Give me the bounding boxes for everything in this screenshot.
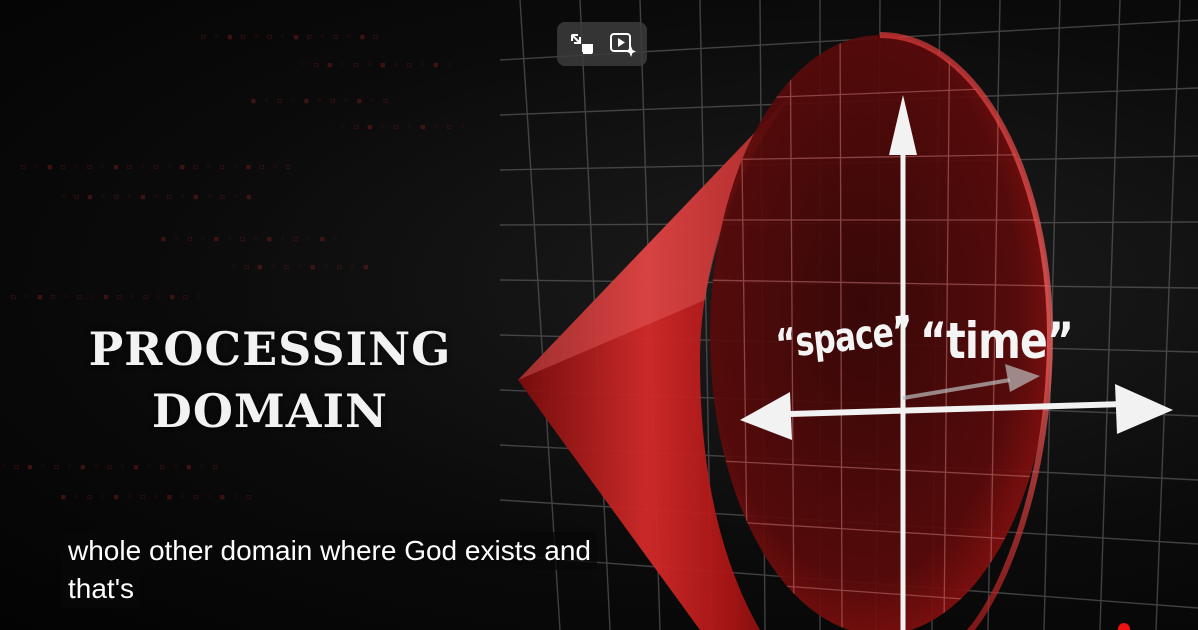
svg-text:◦ ▫ ▪ ◦ ▫ ◦ ▪ ◦ ▫ ◦ ▪ ◦: ◦ ▫ ▪ ◦ ▫ ◦ ▪ ◦ ▫ ◦ ▪ ◦ (300, 58, 452, 71)
closed-captions: whole other domain where God exists and … (62, 532, 682, 608)
svg-text:◦ ▫ ▪ ◦ ▫ ◦ ▪ ◦ ▫ ◦ ▪ ◦ ▫ ◦ ▪: ◦ ▫ ▪ ◦ ▫ ◦ ▪ ◦ ▫ ◦ ▪ ◦ ▫ ◦ ▪ ◦ ▫ (0, 460, 219, 473)
exit-picture-in-picture-icon (570, 34, 593, 54)
svg-text:◦ ▫ ▪ ◦ ▫ ◦ ▪ ◦ ▫ ◦: ◦ ▫ ▪ ◦ ▫ ◦ ▪ ◦ ▫ ◦ (340, 120, 466, 133)
caption-line-2: that's (62, 570, 141, 608)
autoplay-sparkle-button[interactable] (605, 26, 641, 62)
title-line-1: PROCESSING (88, 322, 452, 376)
exit-picture-in-picture-button[interactable] (564, 26, 600, 62)
caption-line-1: whole other domain where God exists and (62, 532, 597, 570)
svg-text:▪ ◦ ▫ ◦ ▪ ◦ ▫ ◦ ▪ ◦ ▫ ◦ ▪ ◦ ▫: ▪ ◦ ▫ ◦ ▪ ◦ ▫ ◦ ▪ ◦ ▫ ◦ ▪ ◦ ▫ (60, 490, 252, 503)
time-axis-label: “time” (920, 312, 1074, 370)
player-overlay-controls (557, 22, 647, 66)
svg-text:▫ ◦ ▪ ▫ ◦ ▫ ◦ ▪ ▫ ◦ ▫ ◦ ▪ ▫ ◦: ▫ ◦ ▪ ▫ ◦ ▫ ◦ ▪ ▫ ◦ ▫ ◦ ▪ ▫ ◦ (10, 290, 202, 303)
video-sparkle-icon (609, 33, 636, 57)
svg-text:◦ ▫ ▪ ◦ ▫ ◦ ▪ ◦ ▫ ◦ ▪ ◦ ▫ ◦ ▪: ◦ ▫ ▪ ◦ ▫ ◦ ▪ ◦ ▫ ◦ ▪ ◦ ▫ ◦ ▪ (60, 190, 252, 203)
title-line-2: DOMAIN (151, 384, 389, 438)
video-player[interactable]: ▫ ◦ ▪ ▫ ◦ ▫ ◦ ▪ ▫ ◦ ▫ ◦ ▪ ▫ ◦ ▫ ▪ ◦ ▫ ◦ … (0, 0, 1198, 630)
svg-text:▫ ◦ ▪ ▫ ◦ ▫ ◦ ▪ ▫ ◦ ▫ ◦ ▪ ▫: ▫ ◦ ▪ ▫ ◦ ▫ ◦ ▪ ▫ ◦ ▫ ◦ ▪ ▫ (200, 30, 379, 43)
progress-scrubber-handle[interactable] (1118, 623, 1130, 630)
svg-text:◦ ▫ ▪ ◦ ▫ ◦ ▪ ◦ ▫ ◦ ▪: ◦ ▫ ▪ ◦ ▫ ◦ ▪ ◦ ▫ ◦ ▪ (230, 260, 369, 273)
processing-domain-title: PROCESSING DOMAIN (60, 318, 480, 442)
svg-text:▫ ◦ ▪ ▫ ◦ ▫ ◦ ▪ ▫ ◦ ▫ ◦ ▪ ▫ ◦: ▫ ◦ ▪ ▫ ◦ ▫ ◦ ▪ ▫ ◦ ▫ ◦ ▪ ▫ ◦ ▫ ◦ ▪ ▫ ◦ … (20, 160, 292, 173)
svg-text:▪ ◦ ▫ ◦ ▪ ◦ ▫ ◦ ▪ ◦ ▫: ▪ ◦ ▫ ◦ ▪ ◦ ▫ ◦ ▪ ◦ ▫ (250, 94, 389, 107)
svg-text:▪ ◦ ▫ ◦ ▪ ◦ ▫ ◦ ▪ ◦ ▫ ◦ ▪ ◦: ▪ ◦ ▫ ◦ ▪ ◦ ▫ ◦ ▪ ◦ ▫ ◦ ▪ ◦ (160, 232, 339, 245)
